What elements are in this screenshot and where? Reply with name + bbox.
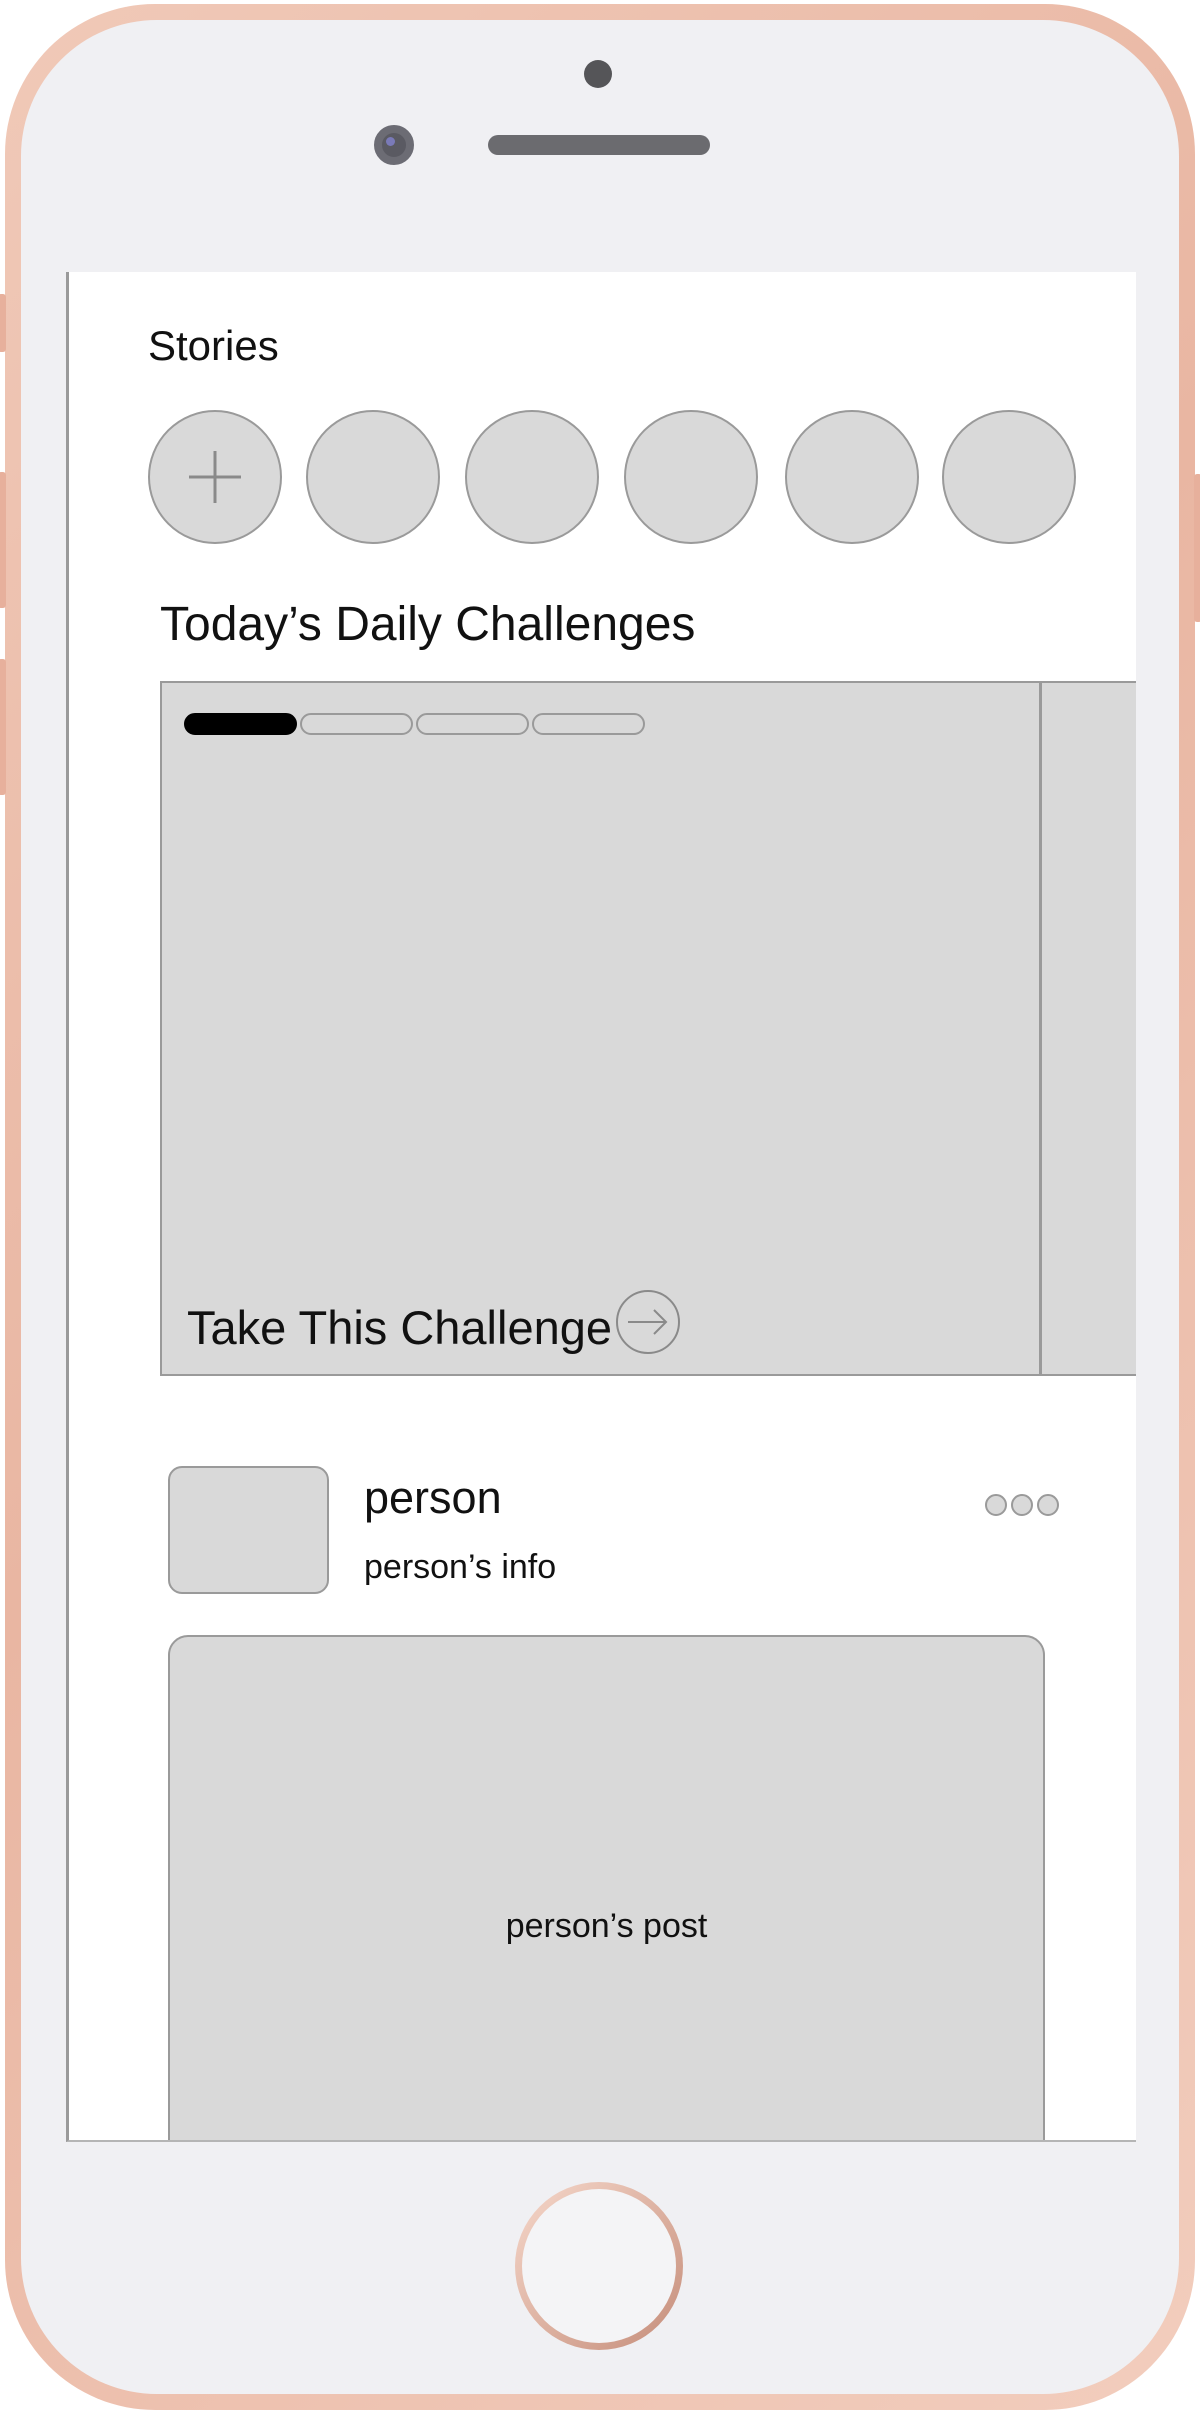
stories-title: Stories — [148, 322, 279, 369]
story-avatar[interactable] — [465, 410, 599, 544]
avatar[interactable] — [168, 1466, 329, 1594]
story-avatar[interactable] — [942, 410, 1076, 544]
arrow-right-circle-icon[interactable] — [615, 1289, 681, 1355]
plus-icon — [189, 451, 241, 503]
challenge-progress-segment — [416, 713, 529, 735]
story-avatar[interactable] — [785, 410, 919, 544]
front-camera-icon — [374, 125, 414, 165]
challenge-progress-segment — [300, 713, 413, 735]
power-button — [1194, 474, 1200, 622]
story-avatar[interactable] — [306, 410, 440, 544]
volume-down-button — [0, 659, 6, 795]
app-screen: Stories Today’s Daily Challenges Take Th… — [66, 272, 1136, 2142]
post-content-label: person’s post — [505, 1907, 708, 1945]
add-story-button[interactable] — [148, 410, 282, 544]
daily-challenges-title: Today’s Daily Challenges — [160, 598, 696, 651]
take-challenge-label[interactable]: Take This Challenge — [187, 1300, 612, 1355]
earpiece-speaker — [488, 135, 710, 155]
post-author-name[interactable]: person — [364, 1472, 502, 1524]
challenge-card[interactable]: Take This Challenge — [160, 681, 1041, 1376]
challenge-progress-segment — [532, 713, 645, 735]
next-challenge-card[interactable] — [1040, 681, 1136, 1376]
challenge-progress-segment-active — [184, 713, 297, 735]
side-button — [0, 294, 6, 352]
volume-up-button — [0, 472, 6, 608]
post-content[interactable]: person’s post — [168, 1635, 1045, 2140]
more-dots-icon[interactable] — [984, 1492, 1060, 1518]
home-button[interactable] — [515, 2182, 683, 2350]
proximity-sensor — [584, 60, 612, 88]
story-avatar[interactable] — [624, 410, 758, 544]
post-author-info: person’s info — [364, 1548, 557, 1586]
